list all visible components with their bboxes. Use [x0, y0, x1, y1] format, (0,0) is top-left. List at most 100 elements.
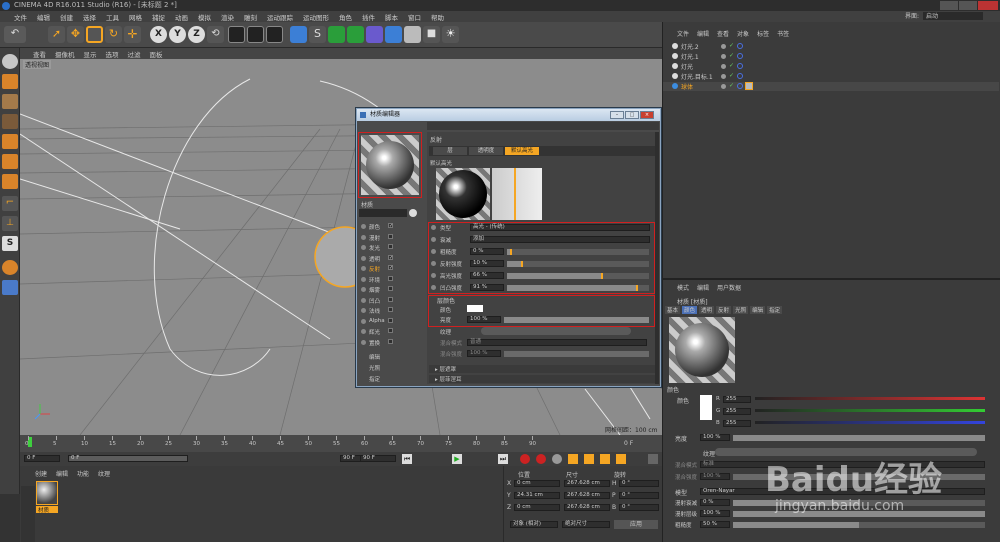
channel-checkbox[interactable] — [388, 286, 393, 291]
param-slider-handle[interactable] — [600, 273, 603, 279]
channel-checkbox[interactable]: ✓ — [388, 265, 393, 271]
object-row[interactable]: 灯光.1 ✓ — [663, 52, 999, 61]
param-field[interactable]: 91 % — [470, 284, 504, 291]
dialog-color-swatch[interactable] — [467, 305, 483, 312]
channel-row[interactable]: 透明 ✓ — [359, 254, 423, 263]
attribute-menu-item[interactable]: 模式 — [677, 283, 689, 292]
close-button[interactable] — [978, 1, 998, 10]
object-menu-item[interactable]: 对象 — [737, 29, 749, 38]
dialog-maximize-button[interactable]: □ — [625, 111, 639, 119]
rotate-icon[interactable]: ↻ — [105, 26, 122, 43]
menu-item[interactable]: 帮助 — [431, 12, 444, 22]
camera-icon[interactable]: ■ — [423, 26, 440, 43]
enabled-check-icon[interactable]: ✓ — [729, 82, 734, 89]
material-thumbnail[interactable] — [36, 481, 58, 505]
snap-icon[interactable]: S — [2, 236, 18, 251]
rgb-channel-slider[interactable] — [755, 421, 985, 424]
tag-icon[interactable] — [737, 83, 743, 89]
param-select[interactable]: 高光 - (传统) — [470, 224, 650, 231]
material-menu-item[interactable]: 创建 — [35, 469, 47, 478]
dialog-extra-item[interactable]: 光照 — [369, 364, 380, 372]
coord-position-field[interactable]: 24.31 cm — [514, 492, 560, 499]
points-mode-icon[interactable] — [2, 134, 18, 149]
menu-item[interactable]: 脚本 — [385, 12, 398, 22]
live-select-icon[interactable]: ✛ — [124, 26, 141, 43]
channel-row[interactable]: 凹凸 — [359, 296, 423, 305]
attribute-tab[interactable]: 指定 — [767, 306, 783, 314]
dialog-minimize-button[interactable]: – — [610, 111, 624, 119]
menu-item[interactable]: 动画 — [175, 12, 188, 22]
param-slider-handle[interactable] — [636, 285, 639, 291]
menu-item[interactable]: 雕刻 — [244, 12, 257, 22]
channel-checkbox[interactable] — [388, 233, 393, 239]
key-move-icon[interactable] — [568, 454, 578, 464]
menu-item[interactable]: 捕捉 — [152, 12, 165, 22]
axis-icon[interactable]: ⌐ — [2, 196, 18, 211]
channel-checkbox[interactable] — [388, 244, 393, 249]
param-slider[interactable] — [507, 261, 649, 267]
dialog-scrollbar[interactable] — [655, 132, 659, 384]
goto-start-icon[interactable]: ⏮ — [402, 454, 412, 464]
channel-checkbox[interactable]: ✓ — [388, 254, 393, 260]
viewport-menu-item[interactable]: 选项 — [106, 49, 119, 59]
channel-row[interactable]: 烟雾 — [359, 285, 423, 294]
model-mode-icon[interactable] — [2, 74, 18, 89]
dialog-extra-item[interactable]: 指定 — [369, 375, 380, 383]
material-name-picker-icon[interactable] — [409, 209, 417, 217]
menu-item[interactable]: 选择 — [83, 12, 96, 22]
param-slider[interactable] — [507, 249, 649, 255]
current-frame-field[interactable]: 0 F — [24, 455, 60, 462]
play-icon[interactable]: ▶ — [452, 454, 462, 464]
param-field[interactable]: 0 % — [470, 248, 504, 255]
make-editable-icon[interactable] — [2, 54, 18, 69]
coord-size-field[interactable]: 267.628 cm — [564, 480, 610, 487]
dialog-texture-field[interactable] — [481, 327, 631, 335]
magnet-icon[interactable] — [2, 260, 18, 275]
rgb-channel-field[interactable]: 255 — [723, 408, 751, 415]
viewport-menu-item[interactable]: 查看 — [33, 49, 46, 59]
coord-size-mode-select[interactable]: 绝对尺寸 — [562, 521, 610, 528]
object-menu-item[interactable]: 查看 — [717, 29, 729, 38]
z-axis-icon[interactable]: Z — [188, 26, 205, 43]
layer-tab[interactable]: 默认高光 — [505, 147, 539, 155]
enabled-check-icon[interactable]: ✓ — [729, 42, 734, 49]
visibility-dots[interactable] — [721, 64, 726, 69]
tweak-icon[interactable]: ⊥ — [2, 216, 18, 231]
menu-item[interactable]: 工具 — [106, 12, 119, 22]
menu-item[interactable]: 编辑 — [37, 12, 50, 22]
enabled-check-icon[interactable]: ✓ — [729, 72, 734, 79]
object-row[interactable]: 灯光.2 ✓ — [663, 42, 999, 51]
channel-checkbox[interactable] — [388, 317, 393, 323]
channel-row[interactable]: 辉光 — [359, 327, 423, 336]
layer-mask-section[interactable]: ▸ 层遮罩 — [429, 365, 655, 373]
attribute-tab[interactable]: 透明 — [699, 306, 715, 314]
attribute-tab[interactable]: 反射 — [716, 306, 732, 314]
floor-icon[interactable] — [404, 26, 421, 43]
tag-icon[interactable] — [737, 63, 743, 69]
tag-icon[interactable] — [737, 53, 743, 59]
menu-item[interactable]: 文件 — [14, 12, 27, 22]
object-menu-item[interactable]: 书签 — [777, 29, 789, 38]
viewport-menu-item[interactable]: 摄像机 — [55, 49, 75, 59]
key-scale-icon[interactable] — [584, 454, 594, 464]
param-select[interactable]: 添加 — [470, 236, 650, 243]
coord-mode-select[interactable]: 对象 (相对) — [510, 521, 558, 528]
render-view-icon[interactable] — [228, 26, 245, 43]
menu-item[interactable]: 渲染 — [221, 12, 234, 22]
start-frame-field[interactable]: 0 F — [68, 455, 188, 462]
menu-item[interactable]: 运动图形 — [303, 12, 329, 22]
object-row[interactable]: 灯光.目标.1 ✓ — [663, 72, 999, 81]
attr-mix-strength-field[interactable]: 100 % — [700, 473, 730, 480]
dialog-brightness-field[interactable]: 100 % — [467, 316, 501, 323]
coord-position-field[interactable]: 0 cm — [514, 480, 560, 487]
select-icon[interactable]: ➚ — [48, 26, 65, 43]
material-menu-item[interactable]: 纹理 — [98, 469, 110, 478]
menu-item[interactable]: 窗口 — [408, 12, 421, 22]
rgb-channel-slider[interactable] — [755, 409, 985, 412]
menu-item[interactable]: 模拟 — [198, 12, 211, 22]
nurbs-icon[interactable] — [328, 26, 345, 43]
coord-rotation-field[interactable]: 0 ° — [619, 492, 659, 499]
visibility-dots[interactable] — [721, 54, 726, 59]
object-menu-item[interactable]: 标签 — [757, 29, 769, 38]
channel-row[interactable]: 环境 — [359, 275, 423, 284]
